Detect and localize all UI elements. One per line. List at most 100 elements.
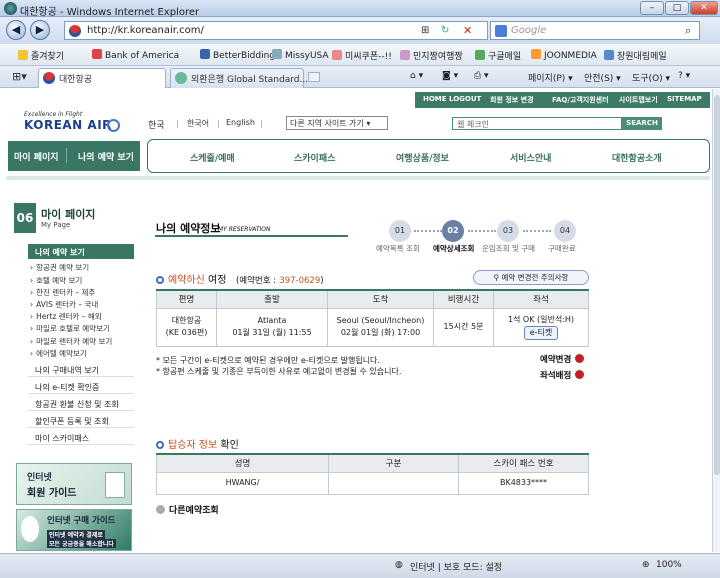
fav-item[interactable]: BetterBidding	[200, 49, 275, 61]
sidebar-item-eticket[interactable]: 나의 e-티켓 확인증	[28, 379, 134, 394]
refresh-icon[interactable]: ↻	[441, 25, 449, 36]
fav-item[interactable]: 장원대림메일	[604, 49, 667, 62]
lang-korea[interactable]: 한국	[148, 118, 165, 131]
flight-table: 편명 출발 도착 비행시간 좌석 대한항공 (KE 036편) Atlanta 01…	[156, 289, 589, 347]
site-search-button[interactable]: SEARCH	[622, 117, 662, 130]
nav-service[interactable]: 서비스안내	[510, 151, 551, 164]
tab-keb[interactable]: 외환은행 Global Standard...	[170, 68, 308, 88]
url-input[interactable]: http://kr.koreanair.com/ ⊞ ↻ ✕	[64, 21, 488, 40]
vertical-scrollbar[interactable]	[712, 89, 720, 552]
step-dots	[468, 230, 496, 232]
logo-tagline: Excellence in Flight	[24, 111, 83, 118]
sidebar-subtitle: My Page	[41, 221, 71, 229]
sidebar-subitem[interactable]: 에어텔 예약보기	[30, 348, 87, 359]
fav-icon	[332, 50, 342, 60]
sidebar-item-skypass[interactable]: 마이 스카이패스	[28, 430, 134, 445]
sidebar-item-purchases[interactable]: 나의 구매내역 보기	[28, 362, 134, 377]
banner-line: 인터넷 구매 가이드	[47, 516, 116, 526]
tab-koreanair[interactable]: 대한항공	[38, 68, 166, 88]
close-button[interactable]: ✕	[690, 1, 718, 15]
feeds-icon[interactable]: ◙ ▾	[442, 71, 458, 81]
nav-skypass[interactable]: 스카이패스	[294, 151, 335, 164]
arrow-circle-icon	[156, 505, 165, 514]
tools-menu[interactable]: 도구(O) ▾	[632, 71, 670, 84]
sidebar-subitem[interactable]: 호텔 예약 보기	[30, 275, 82, 286]
step-label: 예약목록 조회	[376, 244, 420, 253]
minimize-button[interactable]: –	[640, 1, 664, 15]
step-label: 예약상세조회	[433, 244, 475, 253]
lang-english[interactable]: English	[226, 118, 255, 127]
step-dots	[414, 230, 442, 232]
seat-cell: 1석 OK (일반석:H) e-티켓	[493, 307, 589, 347]
safety-menu[interactable]: 안전(S) ▾	[584, 71, 621, 84]
nav-about[interactable]: 대한항공소개	[612, 151, 662, 164]
search-input[interactable]: Google ⌕	[490, 21, 700, 40]
region-site-select[interactable]: 다른 지역 사이트 가기 ▾	[286, 116, 388, 130]
sidebar-subitem[interactable]: 항공권 예약 보기	[30, 262, 89, 273]
fav-item[interactable]: Bank of America	[92, 49, 179, 61]
print-icon[interactable]: ⎙ ▾	[474, 71, 489, 81]
eticket-button[interactable]: e-티켓	[523, 326, 559, 340]
quick-tabs-icon[interactable]: ⊞▾	[12, 70, 27, 83]
lang-korean[interactable]: 한국어	[187, 118, 209, 129]
page-menu[interactable]: 페이지(P) ▾	[528, 71, 573, 84]
seat-assign-link[interactable]: 좌석배정	[540, 369, 585, 381]
fav-item[interactable]: MissyUSA	[272, 49, 329, 61]
sidebar-subitem[interactable]: 마일로 렌터카 예약 보기	[30, 336, 112, 347]
forward-button[interactable]: ▶	[30, 20, 50, 40]
globe-icon: ◍	[395, 560, 403, 570]
mypage-tab[interactable]: 마이 페이지 나의 예약 보기	[8, 141, 140, 171]
star-icon	[18, 50, 28, 60]
change-reservation-link[interactable]: 예약변경	[540, 353, 585, 365]
change-notice-button[interactable]: ⚲ 예약 변경전 주의사항	[473, 270, 589, 285]
zoom-level[interactable]: 100%	[656, 560, 682, 570]
forward-arrow-icon: ▶	[35, 23, 45, 36]
stop-icon[interactable]: ✕	[463, 24, 472, 37]
sidebar-subitem[interactable]: AVIS 렌터카 – 국내	[30, 299, 98, 310]
home-icon[interactable]: ⌂ ▾	[410, 71, 423, 81]
new-tab-button[interactable]	[308, 72, 320, 82]
zoom-icon[interactable]: ⊕	[642, 560, 650, 570]
sidebar-subitem[interactable]: Hertz 렌터카 – 해외	[30, 311, 102, 322]
home-link[interactable]: HOME	[423, 95, 447, 103]
scrollbar-thumb[interactable]	[714, 95, 720, 475]
site-search-input[interactable]: 웹 체크인	[452, 117, 622, 130]
sitemap-link[interactable]: SITEMAP	[667, 95, 702, 103]
sidebar-subitem[interactable]: 한진 렌터카 – 제주	[30, 287, 95, 298]
sidebar-subitem[interactable]: 마일로 호텔로 예약보기	[30, 323, 110, 334]
faq-link[interactable]: FAQ/고객지원센터	[552, 95, 609, 105]
duration-cell: 15시간 5분	[433, 307, 494, 347]
purchase-guide-banner[interactable]: 인터넷 구매 가이드 인터넷 예약과 결제로 모든 궁금증을 해소합니다	[16, 509, 132, 551]
sitemap-view-link[interactable]: 사이트맵보기	[619, 95, 658, 105]
page-title: 나의 예약정보	[156, 222, 221, 235]
tab-favicon-icon	[43, 72, 55, 84]
booking-number: 397-0629	[279, 276, 321, 286]
nav-travel[interactable]: 여행상품/정보	[396, 151, 449, 164]
compat-icon[interactable]: ⊞	[421, 25, 429, 36]
page-title-en: MY RESERVATION	[218, 226, 271, 233]
sidebar-item-refund[interactable]: 항공권 환불 신청 및 조회	[28, 396, 134, 411]
nav-schedule[interactable]: 스케줄/예매	[190, 151, 235, 164]
member-guide-banner[interactable]: 인터넷 회원 가이드	[16, 463, 132, 505]
other-reservation-link[interactable]: 다른예약조회	[156, 503, 219, 516]
sidebar-item-my-reservation[interactable]: 나의 예약 보기	[28, 244, 134, 259]
divider: |	[176, 119, 179, 128]
logout-link[interactable]: LOGOUT	[449, 95, 481, 103]
help-menu[interactable]: ? ▾	[678, 71, 690, 81]
search-icon[interactable]: ⌕	[685, 24, 691, 38]
taeguk-logo-icon	[107, 119, 120, 132]
fav-item[interactable]: 미씨쿠폰--!!	[332, 49, 392, 62]
sidebar-title: 마이 페이지	[41, 208, 96, 221]
fav-item[interactable]: 구글메일	[475, 49, 521, 62]
member-info-link[interactable]: 회원 정보 변경	[490, 95, 534, 105]
back-button[interactable]: ◀	[6, 20, 26, 40]
notice-text: * 모든 구간이 e-티켓으로 예약된 경우에만 e-티켓으로 발행됩니다.	[156, 356, 380, 365]
sidebar-item-coupon[interactable]: 할인쿠폰 등록 및 조회	[28, 413, 134, 428]
favorites-button[interactable]: 즐겨찾기	[18, 49, 64, 62]
fav-icon	[531, 49, 541, 59]
fav-item[interactable]: JOONMEDIA	[531, 49, 597, 61]
fav-item[interactable]: 민지짱여행짱	[400, 49, 463, 62]
fav-icon	[272, 49, 282, 59]
koreanair-logo[interactable]: Excellence in Flight KOREAN AIR	[24, 111, 112, 132]
maximize-button[interactable]: □	[665, 1, 689, 15]
